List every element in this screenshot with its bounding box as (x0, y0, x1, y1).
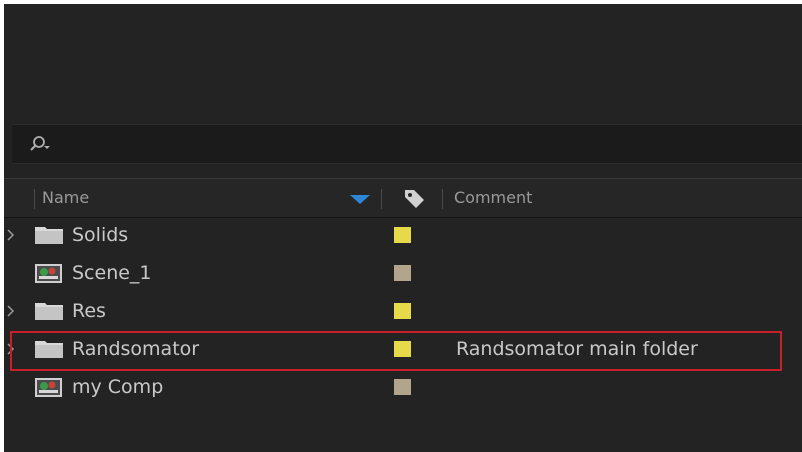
list-item[interactable]: Scene_1 (4, 254, 802, 292)
label-color-swatch[interactable] (394, 303, 411, 319)
column-separator (442, 189, 443, 209)
sort-descending-icon[interactable] (349, 193, 371, 205)
item-name: Res (72, 300, 106, 322)
column-separator (381, 189, 382, 209)
item-name: my Comp (72, 376, 164, 398)
column-comment-header[interactable]: Comment (454, 189, 532, 207)
column-name-header[interactable]: Name (42, 189, 89, 207)
folder-icon (35, 341, 63, 358)
item-name: Randsomator (72, 338, 200, 360)
label-color-swatch[interactable] (394, 379, 411, 395)
folder-icon (35, 303, 63, 320)
label-color-swatch[interactable] (394, 265, 411, 281)
label-color-swatch[interactable] (394, 341, 411, 357)
expand-arrow-icon[interactable] (6, 303, 16, 319)
column-separator (34, 189, 35, 209)
expand-arrow-icon[interactable] (6, 341, 16, 357)
search-icon[interactable] (28, 134, 52, 154)
label-color-swatch[interactable] (394, 227, 411, 243)
expand-arrow-icon[interactable] (6, 227, 16, 243)
column-header: Name Comment (4, 178, 802, 218)
tag-icon[interactable] (402, 187, 426, 209)
list-item[interactable]: Res (4, 292, 802, 330)
project-panel: Name Comment Solids Scene_1 Res Randsoma… (4, 4, 802, 452)
preview-area (4, 4, 802, 120)
composition-icon (35, 378, 62, 397)
folder-icon (35, 227, 63, 244)
list-item[interactable]: my Comp (4, 368, 802, 406)
search-bar[interactable] (12, 124, 802, 164)
item-name: Solids (72, 224, 129, 246)
list-item[interactable]: Randsomator Randsomator main folder (4, 330, 802, 368)
item-name: Scene_1 (72, 262, 152, 284)
item-comment[interactable]: Randsomator main folder (456, 338, 698, 360)
list-item[interactable]: Solids (4, 216, 802, 254)
composition-icon (35, 264, 62, 283)
